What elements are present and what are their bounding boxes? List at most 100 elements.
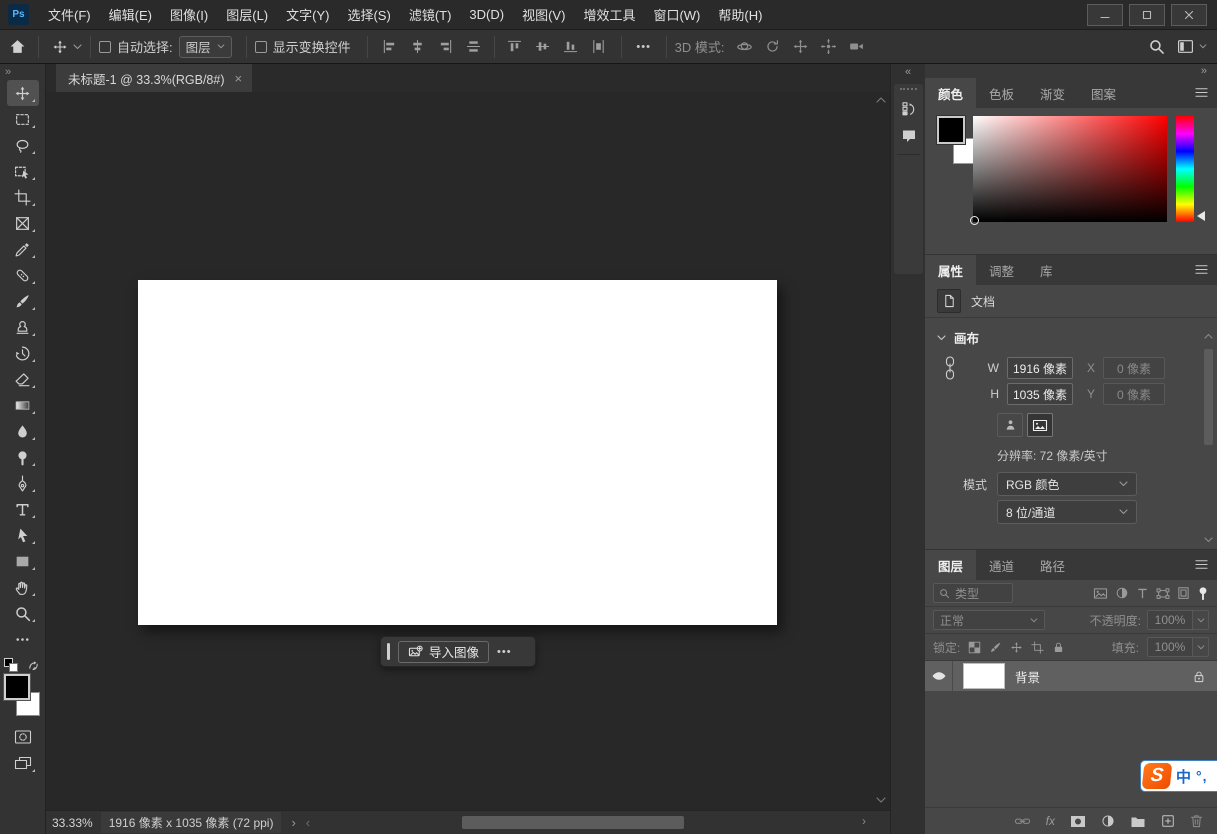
- comments-panel-icon[interactable]: [894, 122, 923, 148]
- menu-help[interactable]: 帮助(H): [709, 0, 771, 30]
- lasso-tool[interactable]: [7, 132, 39, 158]
- width-input[interactable]: 1916 像素: [1007, 357, 1073, 379]
- layers-panel-menu-icon[interactable]: [1194, 558, 1209, 571]
- tab-gradients[interactable]: 渐变: [1027, 78, 1078, 108]
- height-input[interactable]: 1035 像素: [1007, 383, 1073, 405]
- properties-scrollbar[interactable]: [1203, 333, 1215, 543]
- delete-layer-icon[interactable]: [1190, 814, 1203, 828]
- history-panel-icon[interactable]: [894, 96, 923, 122]
- lock-position-icon[interactable]: [1010, 641, 1023, 654]
- lock-transparency-icon[interactable]: [968, 641, 981, 654]
- distribute-h-icon[interactable]: [587, 35, 611, 59]
- tab-color[interactable]: 颜色: [925, 78, 976, 108]
- home-icon[interactable]: [4, 34, 30, 60]
- menu-file[interactable]: 文件(F): [39, 0, 100, 30]
- dock-expand-chevron[interactable]: «: [891, 64, 925, 80]
- show-transform-checkbox[interactable]: [255, 41, 267, 53]
- move-tool-option-icon[interactable]: [47, 34, 73, 60]
- sogou-logo-icon[interactable]: S: [1142, 763, 1173, 789]
- search-icon[interactable]: [1148, 38, 1165, 55]
- pen-tool[interactable]: [7, 470, 39, 496]
- menu-view[interactable]: 视图(V): [513, 0, 574, 30]
- filter-toggle-pin[interactable]: [1197, 586, 1209, 601]
- tab-adjustments[interactable]: 调整: [976, 255, 1027, 285]
- ime-punctuation-icon[interactable]: °,: [1196, 768, 1208, 784]
- opacity-input[interactable]: 100%: [1147, 610, 1193, 630]
- toolbar-expand-chevron[interactable]: »: [0, 64, 45, 80]
- close-button[interactable]: [1171, 4, 1207, 26]
- spot-healing-brush-tool[interactable]: [7, 262, 39, 288]
- zoom-level-value[interactable]: 33.33%: [52, 816, 93, 830]
- fill-input[interactable]: 100%: [1147, 637, 1193, 657]
- layer-row-background[interactable]: 背景: [925, 661, 1217, 691]
- gradient-tool[interactable]: [7, 392, 39, 418]
- more-options-icon[interactable]: •••: [632, 35, 656, 59]
- filter-smart-objects-icon[interactable]: [1177, 586, 1190, 600]
- status-expand-arrow[interactable]: ›: [291, 815, 295, 830]
- align-right-icon[interactable]: [434, 35, 458, 59]
- screen-mode-button[interactable]: [7, 750, 39, 776]
- document-tab[interactable]: 未标题-1 @ 33.3%(RGB/8#) ×: [56, 64, 252, 92]
- x-input[interactable]: 0 像素: [1103, 357, 1165, 379]
- align-center-h-icon[interactable]: [406, 35, 430, 59]
- lock-pixels-icon[interactable]: [989, 641, 1002, 654]
- orientation-portrait-button[interactable]: [997, 413, 1023, 437]
- menu-layer[interactable]: 图层(L): [217, 0, 277, 30]
- eyedropper-tool[interactable]: [7, 236, 39, 262]
- type-tool[interactable]: [7, 496, 39, 522]
- align-middle-icon[interactable]: [531, 35, 555, 59]
- color-mode-dropdown[interactable]: RGB 颜色: [997, 472, 1137, 496]
- hand-tool[interactable]: [7, 574, 39, 600]
- dock-grip-handle[interactable]: [900, 88, 917, 90]
- default-colors-icon[interactable]: [4, 658, 18, 672]
- canvas-viewport[interactable]: 导入图像 •••: [46, 92, 890, 810]
- menu-plugins[interactable]: 增效工具: [574, 0, 644, 30]
- panel-collapse-chevron[interactable]: »: [925, 64, 1217, 78]
- lock-all-icon[interactable]: [1052, 641, 1065, 654]
- crop-tool[interactable]: [7, 184, 39, 210]
- color-field-marker[interactable]: [970, 216, 979, 225]
- menu-type[interactable]: 文字(Y): [277, 0, 338, 30]
- tab-close-icon[interactable]: ×: [234, 71, 242, 86]
- blur-tool[interactable]: [7, 418, 39, 444]
- filter-shape-layers-icon[interactable]: [1156, 587, 1170, 600]
- menu-select[interactable]: 选择(S): [338, 0, 399, 30]
- opacity-dropdown-chevron[interactable]: [1193, 610, 1209, 630]
- blend-mode-dropdown[interactable]: 正常: [933, 610, 1045, 630]
- taskbar-more-button[interactable]: •••: [497, 646, 512, 658]
- layer-thumbnail[interactable]: [963, 663, 1005, 689]
- 3d-orbit-icon[interactable]: [733, 35, 757, 59]
- bit-depth-dropdown[interactable]: 8 位/通道: [997, 500, 1137, 524]
- filter-type-layers-icon[interactable]: [1136, 587, 1149, 600]
- adjustment-layer-icon[interactable]: [1101, 814, 1115, 828]
- tab-channels[interactable]: 通道: [976, 550, 1027, 580]
- document-info[interactable]: 1916 像素 x 1035 像素 (72 ppi): [101, 812, 282, 833]
- document-canvas[interactable]: [138, 280, 777, 625]
- swap-colors-icon[interactable]: [27, 659, 40, 672]
- tab-patterns[interactable]: 图案: [1078, 78, 1129, 108]
- frame-tool[interactable]: [7, 210, 39, 236]
- taskbar-grip-handle[interactable]: [387, 643, 390, 660]
- foreground-color-mini-swatch[interactable]: [937, 116, 965, 144]
- new-layer-icon[interactable]: [1161, 814, 1175, 828]
- path-selection-tool[interactable]: [7, 522, 39, 548]
- minimize-button[interactable]: [1087, 4, 1123, 26]
- layer-mask-icon[interactable]: [1070, 815, 1086, 828]
- align-top-icon[interactable]: [503, 35, 527, 59]
- dodge-tool[interactable]: [7, 444, 39, 470]
- properties-scrollbar-thumb[interactable]: [1204, 349, 1213, 445]
- tab-swatches[interactable]: 色板: [976, 78, 1027, 108]
- zoom-tool[interactable]: [7, 600, 39, 626]
- edit-toolbar-button[interactable]: [7, 626, 39, 652]
- workspace-switcher[interactable]: [1177, 39, 1207, 54]
- eraser-tool[interactable]: [7, 366, 39, 392]
- brush-tool[interactable]: [7, 288, 39, 314]
- layer-filter-dropdown[interactable]: 类型: [933, 583, 1013, 603]
- horizontal-scrollbar-thumb[interactable]: [462, 816, 684, 829]
- scroll-down-icon[interactable]: [875, 796, 887, 804]
- clone-stamp-tool[interactable]: [7, 314, 39, 340]
- 3d-slide-icon[interactable]: [817, 35, 841, 59]
- move-tool-dropdown-chevron[interactable]: [73, 44, 82, 50]
- tab-layers[interactable]: 图层: [925, 550, 976, 580]
- group-icon[interactable]: [1130, 815, 1146, 828]
